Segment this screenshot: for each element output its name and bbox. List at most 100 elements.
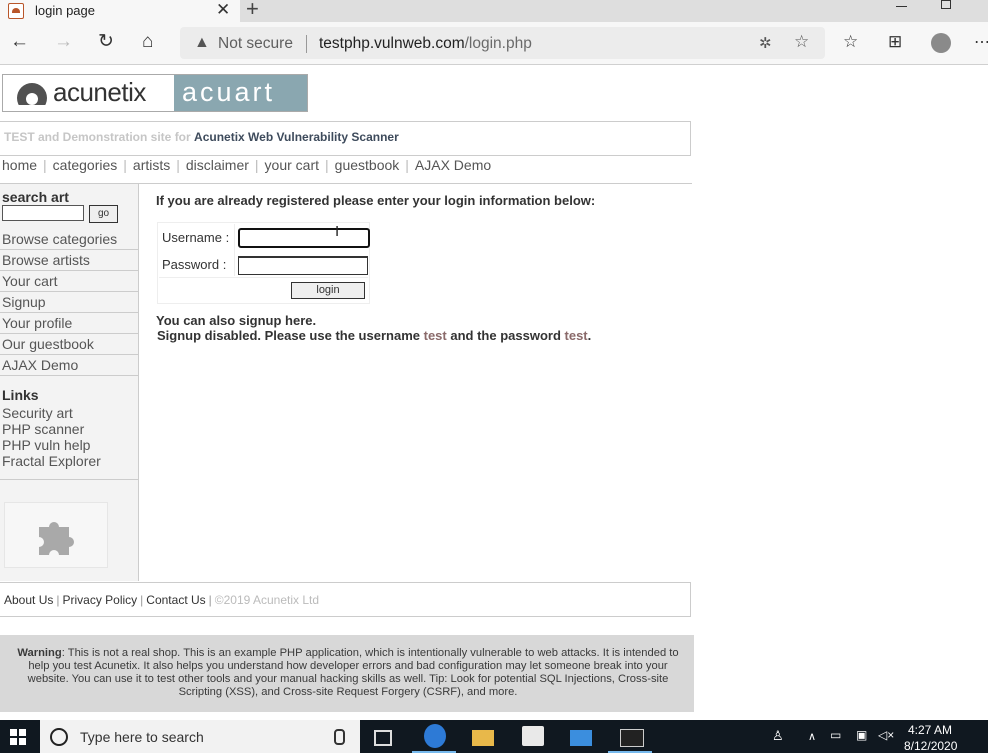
test-username: test — [423, 328, 447, 343]
windows-start-icon[interactable] — [10, 729, 26, 745]
test-password: test — [564, 328, 588, 343]
forward-arrow-icon[interactable]: → — [54, 32, 73, 52]
search-art-title: search art — [2, 189, 69, 205]
username-label: Username : — [162, 230, 230, 245]
clock-time[interactable]: 4:27 AM — [908, 723, 952, 737]
task-view-icon[interactable] — [374, 730, 392, 746]
taskbar-search-box[interactable]: Type here to search — [40, 720, 360, 753]
username-field[interactable] — [238, 228, 370, 248]
link-php-vuln-help[interactable]: PHP vuln help — [2, 437, 90, 453]
search-go-button[interactable]: go — [89, 205, 118, 223]
keyboard-icon[interactable]: ▭ — [830, 728, 841, 742]
footer-about-link[interactable]: About Us — [4, 593, 53, 607]
warning-text: Warning: This is not a real shop. This i… — [14, 647, 682, 699]
not-secure-label[interactable]: Not secure — [218, 35, 293, 53]
nav-home[interactable]: home — [2, 157, 37, 173]
signup-note-end: . — [587, 328, 592, 343]
edge-browser-icon[interactable] — [424, 724, 446, 748]
browser-tab-bar: login page ✕ + — [0, 0, 988, 22]
extension-puzzle-icon[interactable]: ✲ — [759, 34, 772, 52]
form-row-divider — [159, 277, 368, 278]
tagline-prefix: TEST and Demonstration site for — [4, 130, 191, 144]
link-fractal-explorer[interactable]: Fractal Explorer — [2, 453, 101, 469]
footer-links: About Us | Privacy Policy | Contact Us | ©2019… — [4, 593, 320, 607]
file-explorer-icon[interactable] — [472, 730, 494, 746]
nav-categories[interactable]: categories — [53, 157, 118, 173]
login-button[interactable]: login — [291, 282, 365, 299]
sidebar-item-your-cart[interactable]: Your cart — [0, 271, 138, 292]
browser-tab[interactable]: login page ✕ — [0, 0, 240, 22]
link-security-art[interactable]: Security art — [2, 405, 73, 421]
minimize-window-icon[interactable] — [896, 6, 907, 7]
signup-link-text[interactable]: You can also signup here. — [156, 313, 316, 328]
sidebar-divider — [0, 479, 138, 480]
microphone-icon[interactable] — [334, 729, 345, 745]
maximize-window-icon[interactable] — [941, 0, 951, 9]
new-tab-button[interactable]: + — [246, 0, 259, 22]
link-php-scanner[interactable]: PHP scanner — [2, 421, 84, 437]
footer-privacy-link[interactable]: Privacy Policy — [62, 593, 137, 607]
close-tab-icon[interactable]: ✕ — [216, 0, 230, 20]
signup-note-part2: and the password — [450, 328, 561, 343]
sidebar-item-our-guestbook[interactable]: Our guestbook — [0, 334, 138, 355]
nav-guestbook[interactable]: guestbook — [335, 157, 400, 173]
links-title: Links — [2, 387, 39, 403]
sidebar-item-label: Signup — [2, 294, 46, 310]
password-field[interactable] — [238, 256, 368, 275]
acuart-logo: acuart — [174, 75, 307, 111]
more-menu-icon[interactable]: ⋯ — [974, 32, 988, 52]
nav-artists[interactable]: artists — [133, 157, 170, 173]
signup-disabled-note: Signup disabled. Please use the username… — [157, 328, 591, 343]
tagline-product-link[interactable]: Acunetix Web Vulnerability Scanner — [194, 130, 399, 144]
clock-date[interactable]: 8/12/2020 — [904, 739, 957, 753]
collections-icon[interactable]: ⊞ — [888, 32, 902, 52]
profile-avatar[interactable] — [931, 33, 951, 53]
favorites-list-icon[interactable]: ☆ — [843, 32, 858, 52]
sidebar-item-your-profile[interactable]: Your profile — [0, 313, 138, 334]
sidebar-item-label: Browse artists — [2, 252, 90, 268]
show-hidden-icons-chevron-icon[interactable]: ∧ — [808, 730, 816, 743]
warning-body: : This is not a real shop. This is an ex… — [27, 647, 679, 698]
form-cell-divider — [234, 224, 235, 276]
warning-triangle-icon[interactable]: ▲ — [194, 34, 210, 52]
warning-banner: Warning: This is not a real shop. This i… — [0, 635, 694, 712]
mail-envelope-icon[interactable] — [570, 730, 592, 746]
favorite-star-icon[interactable]: ☆ — [794, 32, 809, 52]
store-bag-icon[interactable] — [522, 726, 544, 746]
network-icon[interactable]: ▣ — [856, 728, 867, 742]
taskbar-search-placeholder: Type here to search — [80, 729, 204, 745]
cortana-circle-icon — [50, 728, 68, 746]
login-instructions: If you are already registered please ent… — [156, 193, 596, 208]
home-icon[interactable]: ⌂ — [142, 32, 153, 52]
text-cursor-icon: I — [335, 223, 340, 240]
search-art-input[interactable] — [2, 205, 84, 221]
back-arrow-icon[interactable]: ← — [10, 32, 29, 52]
tagline-bar: TEST and Demonstration site for Acunetix… — [0, 121, 691, 156]
address-bar[interactable]: ▲ Not secure testphp.vulnweb.com/login.p… — [180, 27, 825, 59]
acuart-logo-text: acuart — [182, 77, 276, 107]
footer-contact-link[interactable]: Contact Us — [146, 593, 205, 607]
warning-label: Warning — [17, 647, 62, 659]
nav-disclaimer[interactable]: disclaimer — [186, 157, 249, 173]
page-footer: About Us | Privacy Policy | Contact Us | ©2019… — [0, 582, 691, 617]
sidebar-item-signup[interactable]: Signup — [0, 292, 138, 313]
puzzle-piece-icon — [39, 522, 74, 555]
nav-ajax-demo[interactable]: AJAX Demo — [415, 157, 491, 173]
acunetix-mark-icon — [17, 83, 47, 105]
sidebar-item-browse-categories[interactable]: Browse categories — [0, 229, 138, 250]
nav-your-cart[interactable]: your cart — [265, 157, 319, 173]
refresh-icon[interactable]: ↻ — [98, 32, 114, 52]
url-text[interactable]: testphp.vulnweb.com/login.php — [319, 35, 532, 53]
acunetix-logo: acunetix — [3, 75, 174, 111]
url-host: testphp.vulnweb.com — [319, 35, 465, 52]
command-prompt-icon[interactable] — [620, 729, 644, 747]
sidebar: search art go Browse categories Browse a… — [0, 184, 139, 581]
people-icon[interactable]: ♙ — [772, 728, 784, 744]
windows-taskbar: Type here to search ♙ ∧ ▭ ▣ ◁× 4:27 AM 8… — [0, 720, 988, 753]
sidebar-item-label: Your profile — [2, 315, 73, 331]
site-logo[interactable]: acunetix acuart — [2, 74, 308, 112]
volume-muted-icon[interactable]: ◁× — [878, 728, 894, 742]
browser-toolbar: ← → ↻ ⌂ ▲ Not secure testphp.vulnweb.com… — [0, 22, 988, 65]
sidebar-item-browse-artists[interactable]: Browse artists — [0, 250, 138, 271]
sidebar-item-ajax-demo[interactable]: AJAX Demo — [0, 355, 138, 376]
